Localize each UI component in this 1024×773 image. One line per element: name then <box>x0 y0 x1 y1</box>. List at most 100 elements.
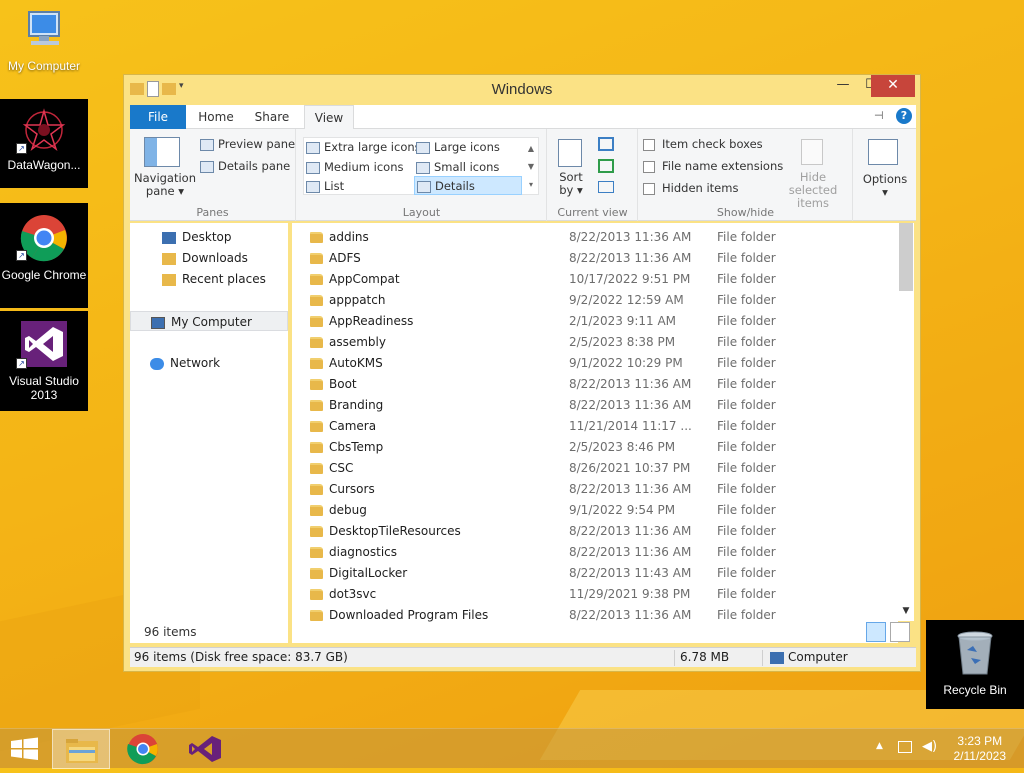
file-date-modified: 8/22/2013 11:36 AM <box>569 398 692 412</box>
folder-icon <box>310 421 323 432</box>
file-row[interactable]: ADFS 8/22/2013 11:36 AM File folder <box>292 248 892 269</box>
item-check-boxes-toggle[interactable]: Item check boxes <box>643 137 763 151</box>
folder-icon <box>310 358 323 369</box>
details-view-toggle[interactable] <box>866 622 886 642</box>
desktop-icon-visual-studio[interactable]: ↗ Visual Studio 2013 <box>0 311 88 411</box>
volume-icon[interactable]: ◀) <box>922 739 937 754</box>
taskbar-chrome[interactable] <box>114 729 172 769</box>
nav-item-my-computer[interactable]: My Computer <box>130 311 288 331</box>
pin-ribbon-icon[interactable]: ⊣ <box>874 109 884 122</box>
desktop-icon-my-computer[interactable]: My Computer <box>0 8 88 73</box>
add-columns-icon[interactable] <box>598 159 614 173</box>
file-row[interactable]: assembly 2/5/2023 8:38 PM File folder <box>292 332 892 353</box>
file-row[interactable]: Boot 8/22/2013 11:36 AM File folder <box>292 374 892 395</box>
file-row[interactable]: debug 9/1/2022 9:54 PM File folder <box>292 500 892 521</box>
group-by-icon[interactable] <box>598 137 614 151</box>
status-location: Computer <box>788 650 848 664</box>
file-type: File folder <box>717 314 776 328</box>
close-button[interactable]: ✕ <box>871 75 915 97</box>
layout-details[interactable]: Details <box>414 176 522 195</box>
checkbox[interactable] <box>643 138 655 151</box>
desktop-icon-datawagon[interactable]: ↗ DataWagon... <box>0 99 88 188</box>
checkbox[interactable] <box>643 182 655 195</box>
sort-by-button[interactable]: Sort by ▾ <box>554 171 588 197</box>
file-row[interactable]: AppCompat 10/17/2022 9:51 PM File folder <box>292 269 892 290</box>
details-pane-button[interactable]: Details pane <box>200 159 290 173</box>
hidden-items-toggle[interactable]: Hidden items <box>643 181 738 195</box>
nav-item-downloads[interactable]: Downloads <box>130 248 288 268</box>
checkbox[interactable] <box>643 160 655 173</box>
file-name: AutoKMS <box>329 356 383 370</box>
file-row[interactable]: addins 8/22/2013 11:36 AM File folder <box>292 227 892 248</box>
shortcut-arrow-icon: ↗ <box>16 250 27 261</box>
network-status-icon[interactable] <box>898 741 912 753</box>
show-hidden-icons-button[interactable]: ▲ <box>876 741 883 751</box>
file-row[interactable]: Branding 8/22/2013 11:36 AM File folder <box>292 395 892 416</box>
layout-medium-icons[interactable]: Medium icons <box>306 160 403 174</box>
file-row[interactable]: AutoKMS 9/1/2022 10:29 PM File folder <box>292 353 892 374</box>
minimize-button[interactable]: — <box>829 75 857 97</box>
layout-small-icons[interactable]: Small icons <box>416 160 499 174</box>
nav-item-network[interactable]: Network <box>130 353 288 373</box>
preview-pane-button[interactable]: Preview pane <box>200 137 295 151</box>
file-row[interactable]: Cursors 8/22/2013 11:36 AM File folder <box>292 479 892 500</box>
taskbar-file-explorer[interactable] <box>52 729 110 769</box>
file-name: CbsTemp <box>329 440 384 454</box>
file-name: Branding <box>329 398 384 412</box>
file-row[interactable]: Camera 11/21/2014 11:17 ... File folder <box>292 416 892 437</box>
file-name: assembly <box>329 335 386 349</box>
navigation-pane-icon <box>144 137 180 167</box>
file-row[interactable]: CbsTemp 2/5/2023 8:46 PM File folder <box>292 437 892 458</box>
nav-item-recent-places[interactable]: Recent places <box>130 269 288 289</box>
file-row[interactable]: dot3svc 11/29/2021 9:38 PM File folder <box>292 584 892 605</box>
hide-selected-items-button[interactable]: Hide selected items <box>777 171 849 210</box>
options-button[interactable]: Options ▾ <box>858 173 912 199</box>
file-row[interactable]: apppatch 9/2/2022 12:59 AM File folder <box>292 290 892 311</box>
tab-view[interactable]: View <box>304 105 354 130</box>
file-date-modified: 2/1/2023 9:11 AM <box>569 314 677 328</box>
folder-icon <box>310 589 323 600</box>
scrollbar-thumb[interactable] <box>899 223 913 291</box>
computer-icon <box>770 652 784 664</box>
navigation-pane-button[interactable]: Navigation pane ▾ <box>132 172 198 198</box>
desktop-icon-recycle-bin[interactable]: Recycle Bin <box>926 620 1024 709</box>
status-divider <box>674 650 675 666</box>
group-layout: Extra large icons Large icons Medium ico… <box>297 129 547 221</box>
tab-share[interactable]: Share <box>248 105 296 129</box>
taskbar: ▲ ◀) 3:23 PM 2/11/2023 <box>0 728 1024 769</box>
file-name: DesktopTileResources <box>329 524 461 538</box>
vertical-scrollbar[interactable]: ▼ <box>898 223 914 621</box>
tab-home[interactable]: Home <box>192 105 240 129</box>
folder-icon <box>310 484 323 495</box>
file-name-extensions-toggle[interactable]: File name extensions <box>643 159 783 173</box>
scroll-down-arrow[interactable]: ▼ <box>898 606 914 616</box>
nav-item-desktop[interactable]: Desktop <box>130 227 288 247</box>
layout-large-icons[interactable]: Large icons <box>416 140 500 154</box>
tab-file[interactable]: File <box>130 105 186 129</box>
file-row[interactable]: AppReadiness 2/1/2023 9:11 AM File folder <box>292 311 892 332</box>
large-icons-view-toggle[interactable] <box>890 622 910 642</box>
layout-list[interactable]: List <box>306 179 344 193</box>
file-row[interactable]: DesktopTileResources 8/22/2013 11:36 AM Fi… <box>292 521 892 542</box>
title-bar[interactable]: ▾ Windows — ☐ ✕ <box>124 75 920 103</box>
file-row[interactable]: Downloaded Program Files 8/22/2013 11:36 … <box>292 605 892 626</box>
preview-pane-label: Preview pane <box>218 137 296 151</box>
file-type: File folder <box>717 230 776 244</box>
help-icon[interactable]: ? <box>896 108 912 124</box>
layout-scroll-arrows[interactable]: ▲ ▼ ▾ <box>526 140 536 194</box>
ribbon-view: Navigation pane ▾ Preview pane Details p… <box>130 129 916 221</box>
layout-gallery: Extra large icons Large icons Medium ico… <box>303 137 539 195</box>
clock[interactable]: 3:23 PM 2/11/2023 <box>954 734 1007 764</box>
folder-icon <box>310 274 323 285</box>
taskbar-visual-studio[interactable] <box>176 729 234 769</box>
layout-extra-large-icons[interactable]: Extra large icons <box>306 140 421 154</box>
file-name: AppCompat <box>329 272 400 286</box>
size-columns-icon[interactable] <box>598 181 614 193</box>
file-row[interactable]: DigitalLocker 8/22/2013 11:43 AM File fold… <box>292 563 892 584</box>
file-row[interactable]: diagnostics 8/22/2013 11:36 AM File folder <box>292 542 892 563</box>
file-row[interactable]: CSC 8/26/2021 10:37 PM File folder <box>292 458 892 479</box>
desktop-icon-google-chrome[interactable]: ↗ Google Chrome <box>0 203 88 308</box>
file-date-modified: 8/22/2013 11:43 AM <box>569 566 692 580</box>
start-button[interactable] <box>0 729 58 769</box>
chrome-icon <box>127 734 158 765</box>
